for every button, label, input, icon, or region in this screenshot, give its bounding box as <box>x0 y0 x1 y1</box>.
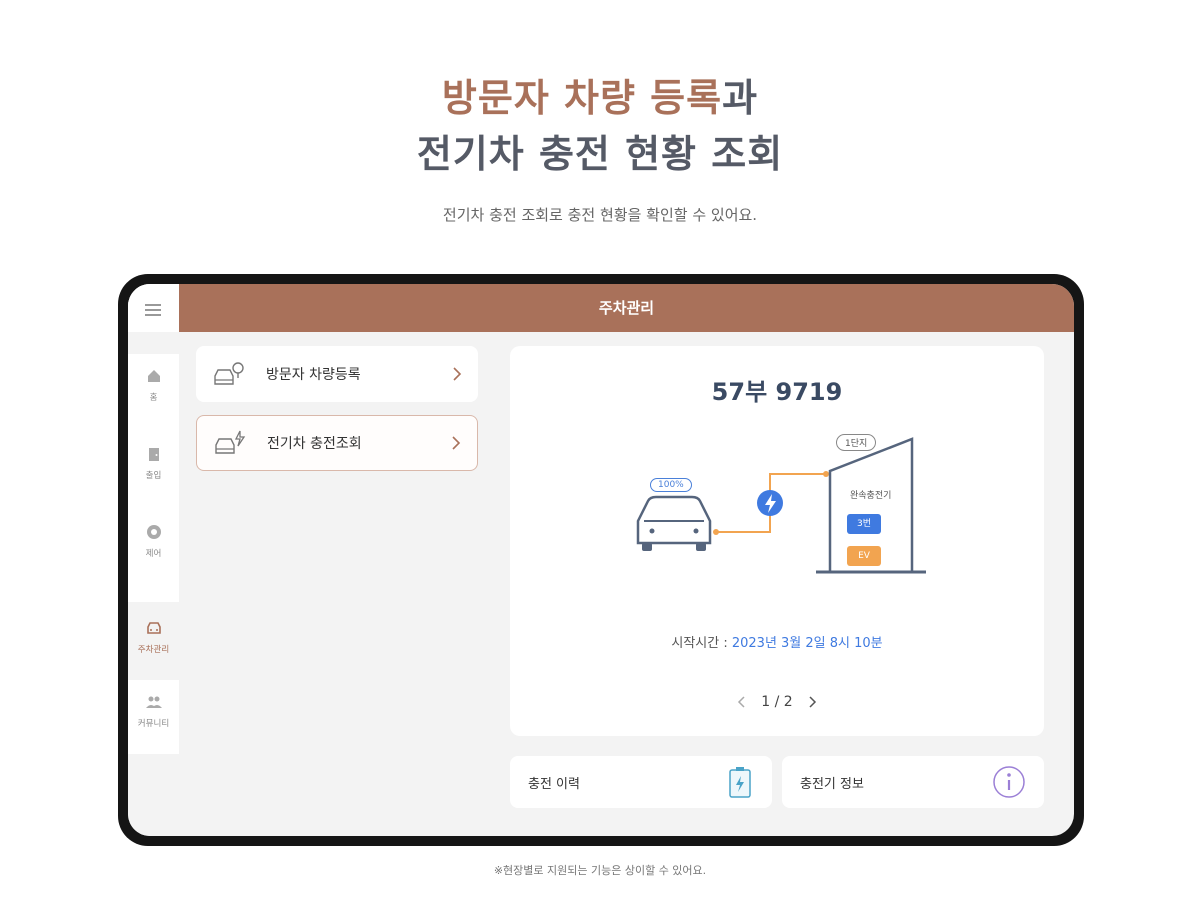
chevron-right-icon[interactable] <box>807 695 817 709</box>
hero-title-line2: 전기차 충전 현황 조회 <box>416 132 784 176</box>
app-header: 주차관리 <box>179 284 1074 332</box>
car-pin-icon <box>214 362 244 385</box>
hero-subtitle: 전기차 충전 조회로 충전 현황을 확인할 수 있어요. <box>442 206 758 224</box>
control-icon <box>146 525 161 539</box>
battery-percent-badge: 100% <box>650 478 692 492</box>
start-time-label: 시작시간 : <box>671 636 732 651</box>
charging-illustration <box>636 437 926 574</box>
chevron-right-icon <box>453 367 462 381</box>
hero-title-accent: 방문자 차량 등록 <box>441 76 723 120</box>
tablet-frame: 홈 출입 제어 주차관리 커뮤니티 주차관리 방문자 차량등록 전기차 충전조회… <box>118 274 1084 846</box>
home-icon <box>147 370 160 382</box>
ev-charging-label: 전기차 충전조회 <box>267 436 362 452</box>
rail-label-community: 커뮤니티 <box>137 719 170 729</box>
info-icon <box>993 766 1025 798</box>
rail-item-community[interactable]: 커뮤니티 <box>128 680 179 750</box>
charging-history-label: 충전 이력 <box>528 776 580 792</box>
rail-item-parking[interactable]: 주차관리 <box>128 606 179 676</box>
charger-info-label: 충전기 정보 <box>800 776 864 792</box>
rail-label-access: 출입 <box>145 471 162 481</box>
charging-status-panel: 57부 9719 100% 1단지 완속충전기 3번 EV 시작시간: 202… <box>510 346 1044 736</box>
battery-charge-icon <box>729 767 751 798</box>
charger-number-tag: 3번 <box>847 514 881 534</box>
menu-icon[interactable] <box>145 304 161 316</box>
visitor-registration-button[interactable]: 방문자 차량등록 <box>196 346 478 402</box>
pager-text: 1 / 2 <box>761 694 793 710</box>
hero-section: 방문자 차량 등록과 전기차 충전 현황 조회 전기차 충전 조회로 충전 현황… <box>0 70 1200 225</box>
visitor-registration-label: 방문자 차량등록 <box>266 367 361 383</box>
community-icon <box>145 696 162 708</box>
charger-type-tag: EV <box>847 546 881 566</box>
pager: 1 / 2 <box>510 694 1044 710</box>
rail-group-top: 홈 출입 제어 <box>128 354 179 602</box>
rail-label-parking: 주차관리 <box>137 645 170 655</box>
rail-label-home: 홈 <box>149 393 158 403</box>
hero-title: 방문자 차량 등록과 전기차 충전 현황 조회 <box>0 70 1200 182</box>
app-screen: 홈 출입 제어 주차관리 커뮤니티 주차관리 방문자 차량등록 전기차 충전조회… <box>128 284 1074 836</box>
rail-item-home[interactable]: 홈 <box>128 354 179 424</box>
car-icon <box>146 622 161 634</box>
hero-title-conjunction: 과 <box>722 76 759 120</box>
license-plate: 57부 9719 <box>711 378 843 406</box>
rail-label-control: 제어 <box>145 549 162 559</box>
door-icon <box>148 448 159 461</box>
charger-name: 완속충전기 <box>850 491 892 501</box>
zone-badge: 1단지 <box>836 434 877 451</box>
side-rail: 홈 출입 제어 주차관리 커뮤니티 <box>128 284 179 836</box>
rail-group-bottom: 커뮤니티 <box>128 680 179 754</box>
rail-item-access[interactable]: 출입 <box>128 432 179 502</box>
start-time: 시작시간 : 2023년 3월 2일 8시 10분 <box>510 632 1044 651</box>
charging-history-button[interactable]: 충전 이력 <box>510 756 772 808</box>
rail-header <box>128 284 179 332</box>
ev-charging-button[interactable]: 전기차 충전조회 <box>196 415 478 471</box>
chevron-right-icon <box>452 436 461 450</box>
chevron-left-icon[interactable] <box>737 695 747 709</box>
charger-info-button[interactable]: 충전기 정보 <box>782 756 1044 808</box>
rail-item-control[interactable]: 제어 <box>128 510 179 580</box>
car-charge-icon <box>215 430 246 454</box>
start-time-value: 2023년 3월 2일 8시 10분 <box>731 636 883 651</box>
footnote: ※현장별로 지원되는 기능은 상이할 수 있어요. <box>493 864 707 877</box>
